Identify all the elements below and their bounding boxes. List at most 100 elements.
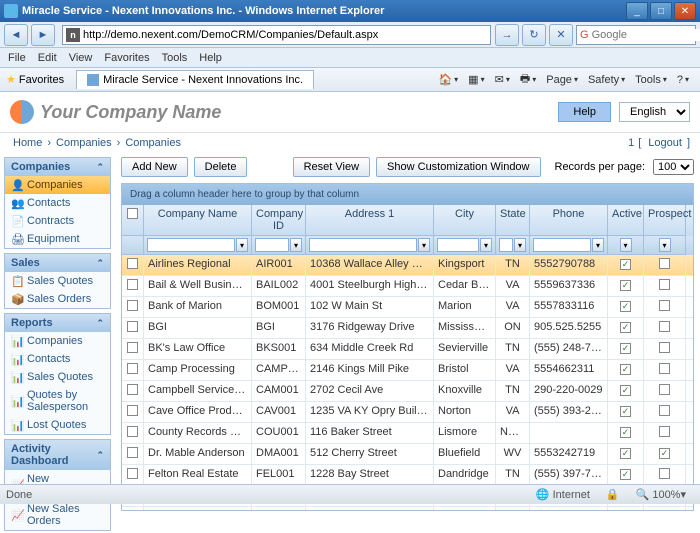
table-row[interactable]: Airlines RegionalAIR00110368 Wallace All… — [122, 255, 693, 276]
cell-prospect[interactable] — [644, 444, 686, 464]
feeds-button[interactable]: ▦▾ — [468, 73, 484, 86]
row-checkbox[interactable] — [122, 444, 144, 464]
filter-name[interactable] — [147, 238, 235, 252]
filter-arrow-icon[interactable]: ▾ — [659, 238, 671, 252]
filter-id[interactable] — [255, 238, 289, 252]
delete-button[interactable]: Delete — [194, 157, 248, 177]
cell-prospect[interactable] — [644, 381, 686, 401]
stop-button[interactable]: ✕ — [549, 24, 573, 46]
cell-active[interactable] — [608, 423, 644, 443]
sidebar-item-rep-quotesby[interactable]: 📊Quotes by Salesperson — [5, 386, 110, 416]
sidebar-item-rep-salesquotes[interactable]: 📊Sales Quotes — [5, 368, 110, 386]
col-company-id[interactable]: Company ID — [252, 205, 306, 236]
cell-active[interactable] — [608, 339, 644, 359]
home-button[interactable]: 🏠▾ — [438, 73, 458, 86]
cell-prospect[interactable] — [644, 465, 686, 485]
cell-active[interactable] — [608, 465, 644, 485]
filter-arrow-icon[interactable]: ▾ — [620, 238, 632, 252]
filter-arrow-icon[interactable]: ▾ — [592, 238, 604, 252]
close-button[interactable]: ✕ — [674, 2, 696, 20]
cell-active[interactable] — [608, 507, 644, 510]
table-row[interactable]: BK's Law OfficeBKS001634 Middle Creek Rd… — [122, 339, 693, 360]
col-checkbox[interactable] — [122, 205, 144, 236]
table-row[interactable]: BGIBGI3176 Ridgeway DriveMississaugaON90… — [122, 318, 693, 339]
row-checkbox[interactable] — [122, 381, 144, 401]
cell-prospect[interactable] — [644, 423, 686, 443]
group-by-bar[interactable]: Drag a column header here to group by th… — [122, 184, 693, 205]
filter-city[interactable] — [437, 238, 479, 252]
cell-active[interactable] — [608, 318, 644, 338]
sidebar-item-rep-companies[interactable]: 📊Companies — [5, 332, 110, 350]
panel-head-activity[interactable]: Activity Dashboard⌃ — [5, 440, 110, 470]
table-row[interactable]: Cave Office ProductsCAV0011235 VA KY Opr… — [122, 402, 693, 423]
row-checkbox[interactable] — [122, 360, 144, 380]
menu-edit[interactable]: Edit — [38, 52, 57, 64]
col-company-name[interactable]: Company Name — [144, 205, 252, 236]
customize-window-button[interactable]: Show Customization Window — [376, 157, 540, 177]
go-button[interactable]: → — [495, 24, 519, 46]
collapse-icon[interactable]: ⌃ — [96, 258, 104, 269]
cell-prospect[interactable] — [644, 339, 686, 359]
safety-menu[interactable]: Safety▾ — [588, 74, 625, 86]
mail-button[interactable]: ✉▾ — [495, 73, 510, 86]
menu-file[interactable]: File — [8, 52, 26, 64]
row-checkbox[interactable] — [122, 507, 144, 510]
table-row[interactable]: Camp ProcessingCAMP0012146 Kings Mill Pi… — [122, 360, 693, 381]
refresh-button[interactable]: ↻ — [522, 24, 546, 46]
cell-prospect[interactable] — [644, 507, 686, 510]
breadcrumb-home[interactable]: Home — [13, 137, 42, 149]
minimize-button[interactable]: _ — [626, 2, 648, 20]
sidebar-item-equipment[interactable]: 🖨Equipment — [5, 230, 110, 248]
row-checkbox[interactable] — [122, 318, 144, 338]
filter-arrow-icon[interactable]: ▾ — [480, 238, 492, 252]
cell-prospect[interactable] — [644, 255, 686, 275]
cell-active[interactable] — [608, 297, 644, 317]
url-input[interactable] — [83, 29, 487, 41]
sidebar-item-sales-orders[interactable]: 📦Sales Orders — [5, 290, 110, 308]
cell-active[interactable] — [608, 360, 644, 380]
table-row[interactable]: Innovative SolutionsINN0019040 Executive… — [122, 507, 693, 510]
sidebar-item-rep-contacts[interactable]: 📊Contacts — [5, 350, 110, 368]
row-checkbox[interactable] — [122, 297, 144, 317]
table-row[interactable]: Campbell Service Inc.CAM0012702 Cecil Av… — [122, 381, 693, 402]
sidebar-item-new-salesorders[interactable]: 📈New Sales Orders — [5, 500, 110, 530]
cell-prospect[interactable] — [644, 360, 686, 380]
zoom-level[interactable]: 🔍 100% ▾ — [636, 488, 686, 501]
panel-head-sales[interactable]: Sales⌃ — [5, 254, 110, 272]
row-checkbox[interactable] — [122, 276, 144, 296]
breadcrumb-companies-2[interactable]: Companies — [125, 137, 181, 149]
filter-arrow-icon[interactable]: ▾ — [290, 238, 302, 252]
col-active[interactable]: Active — [608, 205, 644, 236]
protected-mode-icon[interactable]: 🔒 — [606, 488, 620, 501]
filter-addr[interactable] — [309, 238, 417, 252]
panel-head-reports[interactable]: Reports⌃ — [5, 314, 110, 332]
maximize-button[interactable]: □ — [650, 2, 672, 20]
row-checkbox[interactable] — [122, 339, 144, 359]
help-button-page[interactable]: Help — [558, 102, 611, 122]
table-row[interactable]: Felton Real EstateFEL0011228 Bay StreetD… — [122, 465, 693, 486]
col-state[interactable]: State — [496, 205, 530, 236]
row-checkbox[interactable] — [122, 402, 144, 422]
row-checkbox[interactable] — [122, 423, 144, 443]
sidebar-item-contacts[interactable]: 👥Contacts — [5, 194, 110, 212]
sidebar-item-rep-lostquotes[interactable]: 📊Lost Quotes — [5, 416, 110, 434]
collapse-icon[interactable]: ⌃ — [96, 450, 104, 461]
menu-view[interactable]: View — [69, 52, 93, 64]
table-row[interactable]: County Records LLCCOU001116 Baker Street… — [122, 423, 693, 444]
records-per-page-select[interactable]: 100 — [653, 159, 694, 175]
menu-favorites[interactable]: Favorites — [104, 52, 149, 64]
filter-arrow-icon[interactable]: ▾ — [236, 238, 248, 252]
menu-tools[interactable]: Tools — [162, 52, 188, 64]
filter-arrow-icon[interactable]: ▾ — [514, 238, 526, 252]
cell-prospect[interactable] — [644, 297, 686, 317]
cell-active[interactable] — [608, 276, 644, 296]
reset-view-button[interactable]: Reset View — [293, 157, 370, 177]
cell-active[interactable] — [608, 444, 644, 464]
cell-active[interactable] — [608, 381, 644, 401]
sidebar-item-sales-quotes[interactable]: 📋Sales Quotes — [5, 272, 110, 290]
sidebar-item-contracts[interactable]: 📄Contracts — [5, 212, 110, 230]
filter-phone[interactable] — [533, 238, 591, 252]
browser-tab[interactable]: Miracle Service - Nexent Innovations Inc… — [76, 70, 314, 89]
table-row[interactable]: Bank of MarionBOM001102 W Main StMarionV… — [122, 297, 693, 318]
back-button[interactable]: ◄ — [4, 24, 28, 46]
